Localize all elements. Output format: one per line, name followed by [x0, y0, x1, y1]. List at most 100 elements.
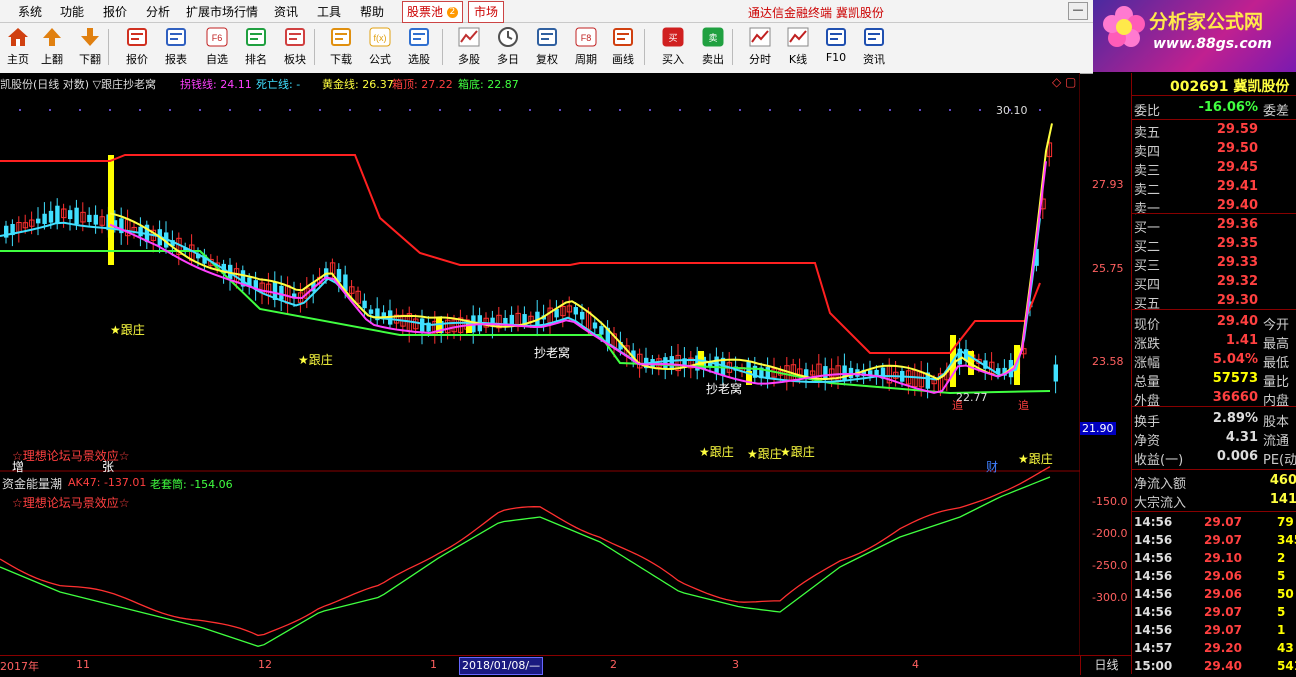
- buy-icon: 买: [661, 26, 685, 48]
- candle-body: [1053, 364, 1058, 382]
- sub-indicator-value: -137.01: [103, 476, 147, 489]
- marker-dot: [109, 109, 111, 111]
- formula-icon: f(x): [368, 26, 392, 48]
- svg-text:F6: F6: [212, 33, 223, 43]
- row-label: 涨跌: [1134, 337, 1161, 352]
- toolbar-button-rank[interactable]: 排名: [238, 25, 274, 69]
- row-value: 29.33: [1216, 255, 1258, 270]
- period-selector[interactable]: 日线: [1080, 655, 1132, 675]
- toolbar-button-sector[interactable]: 板块: [277, 25, 313, 69]
- row-label: 收益(一): [1134, 453, 1184, 468]
- toolbar-label: 公式: [369, 53, 391, 66]
- toolbar-button-arrow-down[interactable]: 下翻: [72, 25, 108, 69]
- stats2-row: 收益(一) 0.006 PE(动): [1134, 449, 1296, 468]
- stock-pool-tab[interactable]: 股票池 2: [402, 1, 463, 23]
- time-label: 1: [430, 658, 437, 671]
- signal-finance: 财: [986, 460, 999, 474]
- row-value: 4.31: [1225, 430, 1258, 445]
- menu-function[interactable]: 功能: [60, 3, 84, 20]
- row-value: 29.30: [1216, 293, 1258, 308]
- asks-row: 卖五 29.59: [1134, 122, 1296, 141]
- news-icon: [862, 26, 886, 48]
- arrow-down-icon: [78, 26, 102, 48]
- toolbar-button-home[interactable]: 主页: [0, 25, 36, 69]
- row-value: 36660: [1212, 390, 1258, 405]
- row-label-2: 股本: [1263, 415, 1290, 430]
- f6-icon: F6: [205, 26, 229, 48]
- candle-body: [663, 357, 668, 369]
- toolbar-button-kline[interactable]: K线: [780, 25, 816, 69]
- marker-dot: [169, 109, 171, 111]
- toolbar-button-intraday[interactable]: 分时: [742, 25, 778, 69]
- tick-row: 14:56 29.07 1: [1134, 623, 1296, 641]
- toolbar-label: 复权: [536, 53, 558, 66]
- stock-pick-icon: [407, 26, 431, 48]
- marker-dot: [319, 109, 321, 111]
- stock-name: 冀凯股份: [1233, 79, 1290, 95]
- candle-body: [138, 226, 143, 237]
- row-label: 大宗流入: [1134, 496, 1187, 511]
- toolbar-label: 周期: [575, 53, 597, 66]
- toolbar-label: 画线: [612, 53, 634, 66]
- menu-system[interactable]: 系统: [18, 3, 42, 20]
- toolbar-label: 卖出: [702, 53, 724, 66]
- kline-chart[interactable]: [0, 73, 1080, 655]
- time-label: 4: [912, 658, 919, 671]
- toolbar-button-multi-day[interactable]: 多日: [490, 25, 526, 69]
- toolbar-button-sell[interactable]: 卖卖出: [695, 25, 731, 69]
- sub-indicator-item: AK47: -137.01: [68, 476, 146, 489]
- toolbar-button-buy[interactable]: 买买入: [655, 25, 691, 69]
- toolbar-button-arrow-up[interactable]: 上翻: [34, 25, 70, 69]
- toolbar-button-multi-stock[interactable]: 多股: [451, 25, 487, 69]
- menu-extended-market[interactable]: 扩展市场行情: [186, 3, 258, 20]
- toolbar-button-quote[interactable]: 报价: [119, 25, 155, 69]
- price-tick-2: 25.75: [1092, 262, 1124, 275]
- f10-icon: [824, 26, 848, 48]
- toolbar: 主页 上翻 下翻 报价 报表 F6 自选 排名 板块 下载 f(x) 公式 选股 多股 多日 复权 F8 周期 画线…: [0, 23, 1093, 74]
- menu-help[interactable]: 帮助: [360, 3, 384, 20]
- rank-icon: [244, 26, 268, 48]
- market-tab[interactable]: 市场: [468, 1, 505, 23]
- tick-volume: 5: [1277, 605, 1286, 619]
- indicator-label: 黄金线:: [322, 78, 359, 91]
- flow-row: 净流入额 460: [1134, 473, 1296, 492]
- toolbar-button-draw-line[interactable]: 画线: [605, 25, 641, 69]
- toolbar-button-stock-pick[interactable]: 选股: [401, 25, 437, 69]
- toolbar-button-f6[interactable]: F6 自选: [199, 25, 235, 69]
- sub-indicator-label: 老套筒:: [150, 478, 187, 491]
- expand-icon[interactable]: ◇ ▢: [1052, 75, 1076, 89]
- tick-price: 29.06: [1204, 569, 1242, 583]
- row-label: 现价: [1134, 318, 1161, 333]
- menu-quote[interactable]: 报价: [103, 3, 127, 20]
- menu-analysis[interactable]: 分析: [146, 3, 170, 20]
- menu-news[interactable]: 资讯: [274, 3, 298, 20]
- toolbar-button-f10[interactable]: F10: [818, 25, 854, 69]
- signal-follow: ★跟庄: [110, 323, 145, 337]
- toolbar-button-download[interactable]: 下载: [323, 25, 359, 69]
- minimize-button[interactable]: —: [1068, 2, 1088, 20]
- sub-indicator-item: 老套筒: -154.06: [150, 476, 233, 492]
- svg-text:买: 买: [668, 33, 677, 43]
- toolbar-button-report[interactable]: 报表: [158, 25, 194, 69]
- toolbar-button-formula[interactable]: f(x) 公式: [362, 25, 398, 69]
- row-label: 卖三: [1134, 164, 1161, 179]
- kline-icon: [786, 26, 810, 48]
- weibi-row: 委比 -16.06% 委差: [1134, 100, 1296, 119]
- candle-body: [93, 214, 98, 225]
- bids-row: 买三 29.33: [1134, 255, 1296, 274]
- marker-dot: [739, 109, 741, 111]
- toolbar-separator: [314, 29, 315, 65]
- toolbar-button-period[interactable]: F8 周期: [568, 25, 604, 69]
- toolbar-button-adjust[interactable]: 复权: [529, 25, 565, 69]
- menu-tools[interactable]: 工具: [317, 3, 341, 20]
- row-label: 买二: [1134, 240, 1161, 255]
- marker-dot: [469, 109, 471, 111]
- toolbar-button-news[interactable]: 资讯: [856, 25, 892, 69]
- multi-stock-icon: [457, 26, 481, 48]
- marker-dot: [19, 109, 21, 111]
- marker-dot: [499, 109, 501, 111]
- home-icon: [6, 26, 30, 48]
- watermark: ☆理想论坛马景效应☆: [12, 449, 130, 463]
- bids-row: 买一 29.36: [1134, 217, 1296, 236]
- tick-row: 14:56 29.06 50: [1134, 587, 1296, 605]
